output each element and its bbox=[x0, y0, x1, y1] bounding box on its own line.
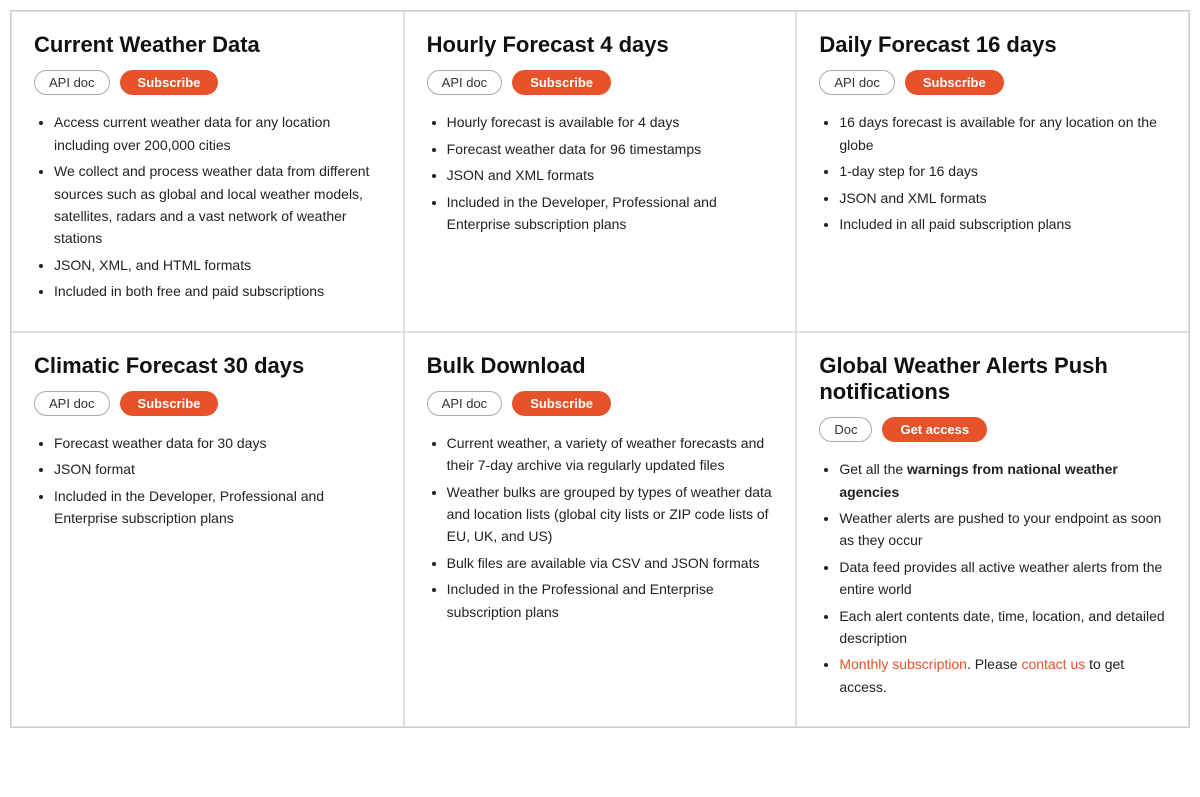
btn-row-daily-forecast: API doc Subscribe bbox=[819, 70, 1166, 95]
list-item: Current weather, a variety of weather fo… bbox=[447, 432, 774, 477]
list-item: JSON and XML formats bbox=[447, 164, 774, 186]
features-list-bulk-download: Current weather, a variety of weather fo… bbox=[427, 432, 774, 623]
btn-row-bulk-download: API doc Subscribe bbox=[427, 391, 774, 416]
card-title-bulk-download: Bulk Download bbox=[427, 353, 774, 379]
card-title-hourly-forecast: Hourly Forecast 4 days bbox=[427, 32, 774, 58]
list-item: Included in both free and paid subscript… bbox=[54, 280, 381, 302]
monthly-subscription-link[interactable]: Monthly subscription bbox=[839, 656, 967, 672]
card-bulk-download: Bulk Download API doc Subscribe Current … bbox=[404, 332, 797, 728]
btn-row-climatic-forecast: API doc Subscribe bbox=[34, 391, 381, 416]
list-item: Included in all paid subscription plans bbox=[839, 213, 1166, 235]
api-doc-button-bulk-download[interactable]: API doc bbox=[427, 391, 503, 416]
card-title-daily-forecast: Daily Forecast 16 days bbox=[819, 32, 1166, 58]
list-item: Access current weather data for any loca… bbox=[54, 111, 381, 156]
list-item: JSON, XML, and HTML formats bbox=[54, 254, 381, 276]
api-doc-button-current-weather[interactable]: API doc bbox=[34, 70, 110, 95]
features-list-climatic-forecast: Forecast weather data for 30 days JSON f… bbox=[34, 432, 381, 530]
list-item: Included in the Developer, Professional … bbox=[54, 485, 381, 530]
subscribe-button-climatic-forecast[interactable]: Subscribe bbox=[120, 391, 219, 416]
list-item: 1-day step for 16 days bbox=[839, 160, 1166, 182]
card-daily-forecast: Daily Forecast 16 days API doc Subscribe… bbox=[796, 11, 1189, 332]
list-item: Data feed provides all active weather al… bbox=[839, 556, 1166, 601]
list-item: Included in the Professional and Enterpr… bbox=[447, 578, 774, 623]
list-item: Forecast weather data for 96 timestamps bbox=[447, 138, 774, 160]
features-list-current-weather: Access current weather data for any loca… bbox=[34, 111, 381, 302]
subscribe-button-bulk-download[interactable]: Subscribe bbox=[512, 391, 611, 416]
list-item: JSON format bbox=[54, 458, 381, 480]
bold-text-warnings: warnings from national weather agencies bbox=[839, 461, 1118, 499]
card-hourly-forecast: Hourly Forecast 4 days API doc Subscribe… bbox=[404, 11, 797, 332]
list-item: Hourly forecast is available for 4 days bbox=[447, 111, 774, 133]
features-list-global-weather-alerts: Get all the warnings from national weath… bbox=[819, 458, 1166, 698]
card-global-weather-alerts: Global Weather Alerts Push notifications… bbox=[796, 332, 1189, 728]
list-item: JSON and XML formats bbox=[839, 187, 1166, 209]
card-title-climatic-forecast: Climatic Forecast 30 days bbox=[34, 353, 381, 379]
list-item: Weather bulks are grouped by types of we… bbox=[447, 481, 774, 548]
btn-row-current-weather: API doc Subscribe bbox=[34, 70, 381, 95]
list-item: We collect and process weather data from… bbox=[54, 160, 381, 250]
list-item: Get all the warnings from national weath… bbox=[839, 458, 1166, 503]
api-doc-button-climatic-forecast[interactable]: API doc bbox=[34, 391, 110, 416]
subscribe-button-hourly-forecast[interactable]: Subscribe bbox=[512, 70, 611, 95]
list-item: Forecast weather data for 30 days bbox=[54, 432, 381, 454]
card-climatic-forecast: Climatic Forecast 30 days API doc Subscr… bbox=[11, 332, 404, 728]
list-item: Included in the Developer, Professional … bbox=[447, 191, 774, 236]
doc-button-global-weather-alerts[interactable]: Doc bbox=[819, 417, 872, 442]
subscribe-button-daily-forecast[interactable]: Subscribe bbox=[905, 70, 1004, 95]
card-title-global-weather-alerts: Global Weather Alerts Push notifications bbox=[819, 353, 1166, 406]
btn-row-hourly-forecast: API doc Subscribe bbox=[427, 70, 774, 95]
list-item: Weather alerts are pushed to your endpoi… bbox=[839, 507, 1166, 552]
list-item: Bulk files are available via CSV and JSO… bbox=[447, 552, 774, 574]
contact-us-link[interactable]: contact us bbox=[1021, 656, 1085, 672]
api-doc-button-hourly-forecast[interactable]: API doc bbox=[427, 70, 503, 95]
subscribe-button-current-weather[interactable]: Subscribe bbox=[120, 70, 219, 95]
product-grid: Current Weather Data API doc Subscribe A… bbox=[10, 10, 1190, 728]
card-title-current-weather: Current Weather Data bbox=[34, 32, 381, 58]
btn-row-global-weather-alerts: Doc Get access bbox=[819, 417, 1166, 442]
list-item: 16 days forecast is available for any lo… bbox=[839, 111, 1166, 156]
api-doc-button-daily-forecast[interactable]: API doc bbox=[819, 70, 895, 95]
features-list-hourly-forecast: Hourly forecast is available for 4 days … bbox=[427, 111, 774, 235]
list-item: Each alert contents date, time, location… bbox=[839, 605, 1166, 650]
features-list-daily-forecast: 16 days forecast is available for any lo… bbox=[819, 111, 1166, 235]
card-current-weather: Current Weather Data API doc Subscribe A… bbox=[11, 11, 404, 332]
get-access-button-global-weather-alerts[interactable]: Get access bbox=[882, 417, 987, 442]
list-item: Monthly subscription. Please contact us … bbox=[839, 653, 1166, 698]
